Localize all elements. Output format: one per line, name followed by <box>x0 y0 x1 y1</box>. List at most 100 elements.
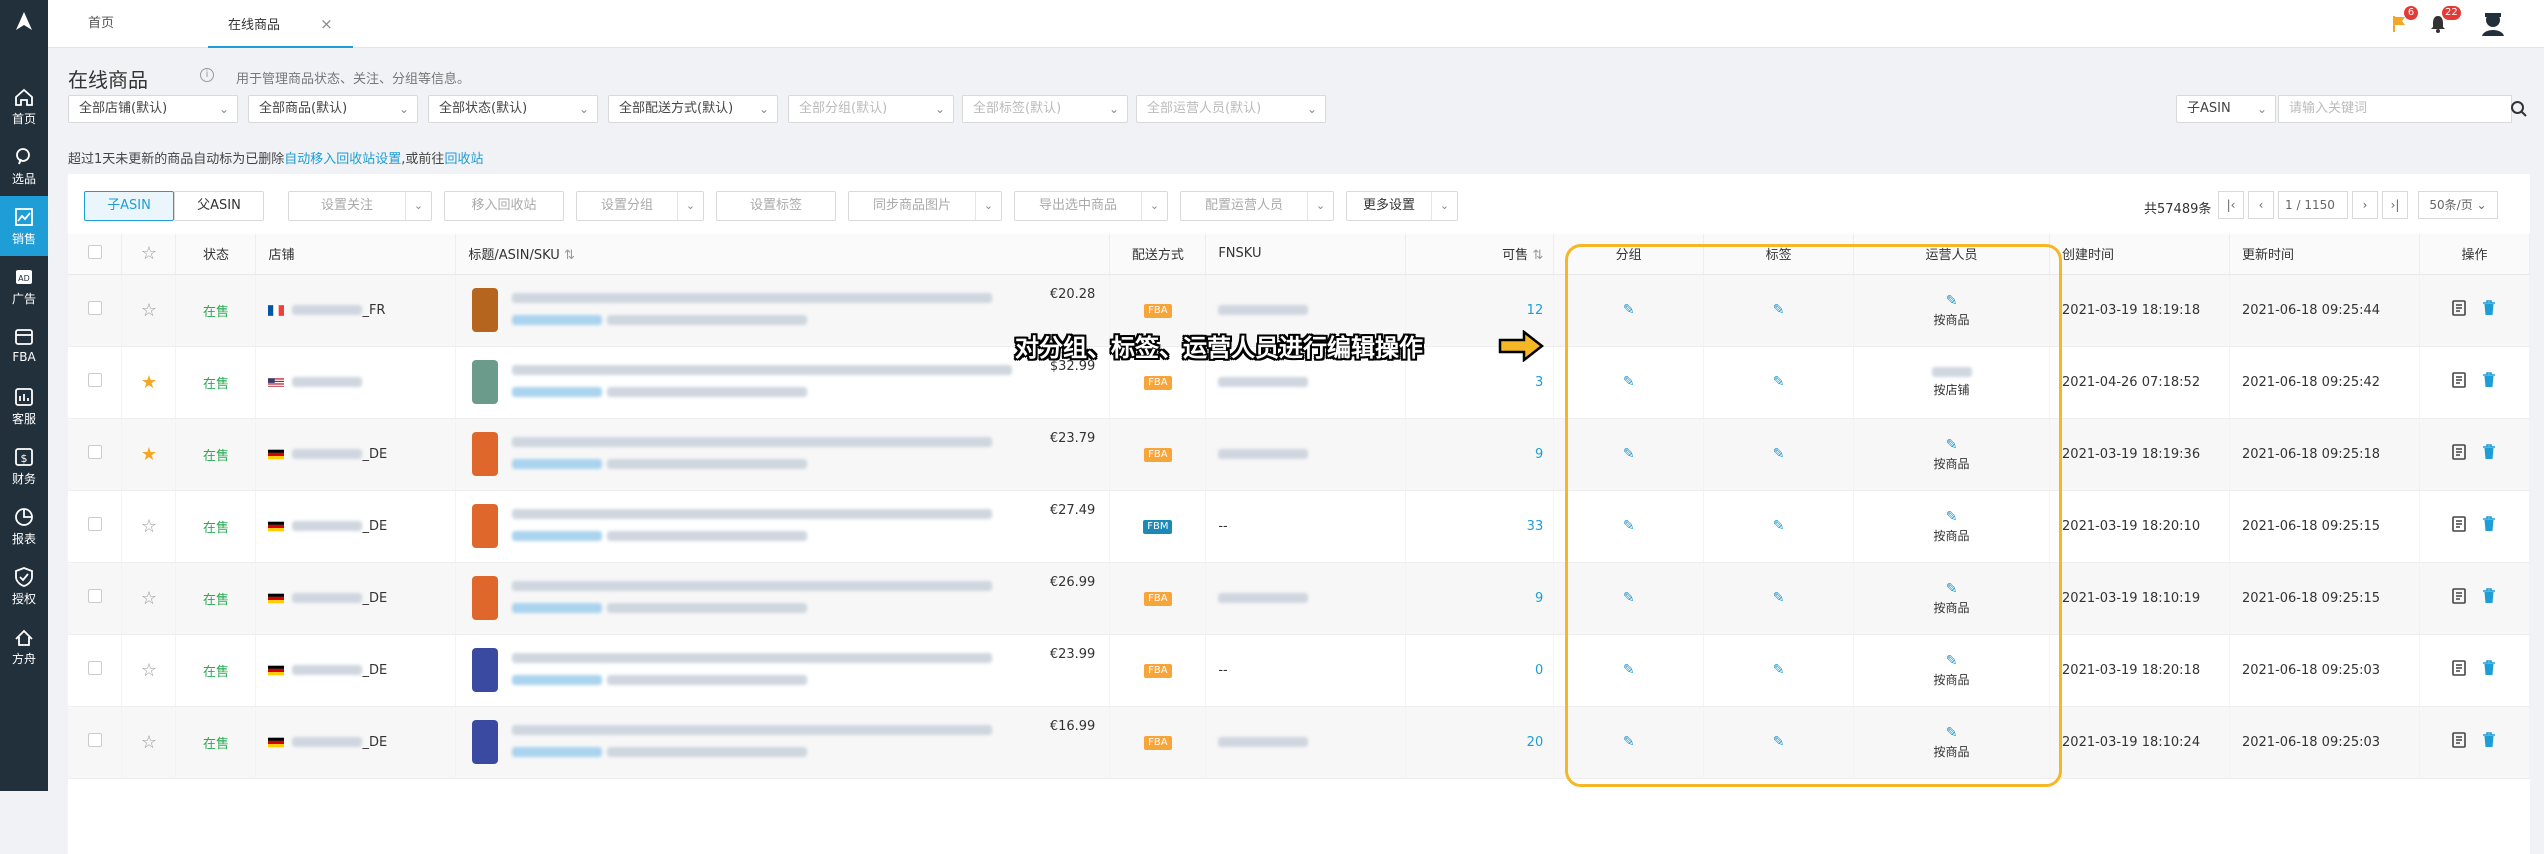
row-checkbox[interactable] <box>87 373 102 387</box>
tab-online-products[interactable]: 在线商品 × <box>208 0 353 48</box>
row-checkbox[interactable] <box>87 589 102 603</box>
redacted-product-title[interactable] <box>512 724 993 735</box>
redacted-product-title[interactable] <box>512 508 993 519</box>
trash-icon[interactable] <box>2482 660 2496 680</box>
redacted-asin[interactable] <box>512 747 603 757</box>
chevron-down-icon[interactable]: ⌄ <box>1431 192 1457 220</box>
recycle-bin-link[interactable]: 回收站 <box>444 152 483 167</box>
table-row[interactable]: ☆ 在售 _DE €23.99 FBA -- 0 ✎ ✎ ✎ 按商品 2021-03-19 18:2… <box>68 634 2531 707</box>
status-filter-select[interactable]: 全部状态(默认) ⌄ <box>428 95 598 123</box>
star-outline-icon[interactable]: ☆ <box>141 732 157 753</box>
set-tag-button[interactable]: 设置标签 <box>716 191 836 221</box>
redacted-asin[interactable] <box>512 387 603 397</box>
sidebar-item-2[interactable]: 销售 <box>0 196 48 256</box>
product-thumbnail[interactable] <box>472 504 499 548</box>
star-filled-icon[interactable]: ★ <box>141 444 157 465</box>
trash-icon[interactable] <box>2482 732 2496 752</box>
operator-filter-select[interactable]: 全部运营人员(默认) ⌄ <box>1136 95 1326 123</box>
table-row[interactable]: ★ 在售 _DE €23.79 FBA 9 ✎ ✎ ✎ 按商品 2021-03-19 18:19:… <box>68 418 2531 491</box>
sidebar-item-3[interactable]: AD 广告 <box>0 256 48 316</box>
product-thumbnail[interactable] <box>472 360 499 404</box>
chevron-down-icon[interactable]: ⌄ <box>1141 192 1167 220</box>
edit-record-icon[interactable] <box>2452 300 2467 320</box>
star-outline-icon[interactable]: ☆ <box>141 300 157 321</box>
select-all-checkbox[interactable] <box>87 244 102 259</box>
search-icon[interactable] <box>2510 100 2528 122</box>
trash-icon[interactable] <box>2482 588 2496 608</box>
redacted-product-title[interactable] <box>512 364 1013 375</box>
sellable-count[interactable]: 9 <box>1535 447 1543 462</box>
star-outline-icon[interactable]: ☆ <box>141 516 157 537</box>
page-size-select[interactable]: 50条/页 ⌄ <box>2418 191 2498 219</box>
chevron-down-icon[interactable]: ⌄ <box>975 192 1001 220</box>
export-selected-button[interactable]: 导出选中商品 ⌄ <box>1014 191 1168 221</box>
search-type-select[interactable]: 子ASIN ⌄ <box>2176 95 2276 123</box>
table-row[interactable]: ☆ 在售 _DE €16.99 FBA 20 ✎ ✎ ✎ 按商品 2021-03-19 18:10… <box>68 706 2531 779</box>
redacted-asin[interactable] <box>512 459 603 469</box>
sellable-count[interactable]: 0 <box>1535 663 1543 678</box>
product-filter-select[interactable]: 全部商品(默认) ⌄ <box>248 95 418 123</box>
avatar[interactable] <box>2478 8 2508 38</box>
sellable-count[interactable]: 12 <box>1527 303 1544 318</box>
sidebar-item-0[interactable]: 首页 <box>0 76 48 136</box>
sort-icon[interactable]: ⇅ <box>564 248 575 263</box>
sellable-header[interactable]: 可售 ⇅ <box>1405 234 1555 275</box>
edit-record-icon[interactable] <box>2452 732 2467 752</box>
row-checkbox[interactable] <box>87 733 102 747</box>
child-asin-toggle[interactable]: 子ASIN <box>84 191 174 221</box>
row-checkbox[interactable] <box>87 517 102 531</box>
trash-icon[interactable] <box>2482 516 2496 536</box>
edit-record-icon[interactable] <box>2452 660 2467 680</box>
sidebar-item-5[interactable]: 客服 <box>0 376 48 436</box>
product-thumbnail[interactable] <box>472 288 499 332</box>
sync-images-button[interactable]: 同步商品图片 ⌄ <box>848 191 1002 221</box>
close-tab-icon[interactable]: × <box>320 15 333 33</box>
chevron-down-icon[interactable]: ⌄ <box>405 192 431 220</box>
move-to-recycle-button[interactable]: 移入回收站 <box>444 191 564 221</box>
sellable-count[interactable]: 33 <box>1527 519 1544 534</box>
set-group-button[interactable]: 设置分组 ⌄ <box>576 191 704 221</box>
star-outline-icon[interactable]: ☆ <box>141 588 157 609</box>
select-all-header[interactable] <box>68 234 123 275</box>
sellable-count[interactable]: 9 <box>1535 591 1543 606</box>
app-logo-icon[interactable] <box>10 8 38 36</box>
star-outline-icon[interactable]: ☆ <box>141 660 157 681</box>
edit-record-icon[interactable] <box>2452 588 2467 608</box>
group-filter-select[interactable]: 全部分组(默认) ⌄ <box>788 95 954 123</box>
tag-filter-select[interactable]: 全部标签(默认) ⌄ <box>962 95 1128 123</box>
parent-asin-toggle[interactable]: 父ASIN <box>174 191 264 221</box>
info-icon[interactable]: i <box>200 68 214 82</box>
last-page-icon[interactable]: ›| <box>2382 191 2408 219</box>
star-filled-icon[interactable]: ★ <box>141 372 157 393</box>
table-row[interactable]: ☆ 在售 _DE €27.49 FBM -- 33 ✎ ✎ ✎ 按商品 2021-03-19 18:… <box>68 490 2531 563</box>
sidebar-item-4[interactable]: FBA <box>0 316 48 376</box>
table-row[interactable]: ☆ 在售 _DE €26.99 FBA 9 ✎ ✎ ✎ 按商品 2021-03-19 18:10:… <box>68 562 2531 635</box>
row-checkbox[interactable] <box>87 301 102 315</box>
next-page-icon[interactable]: › <box>2352 191 2378 219</box>
set-operator-button[interactable]: 配置运营人员 ⌄ <box>1180 191 1334 221</box>
row-checkbox[interactable] <box>87 445 102 459</box>
delivery-filter-select[interactable]: 全部配送方式(默认) ⌄ <box>608 95 778 123</box>
chevron-down-icon[interactable]: ⌄ <box>677 192 703 220</box>
sellable-count[interactable]: 3 <box>1535 375 1543 390</box>
redacted-asin[interactable] <box>512 315 603 325</box>
first-page-icon[interactable]: |‹ <box>2218 191 2244 219</box>
product-thumbnail[interactable] <box>472 720 499 764</box>
sidebar-item-6[interactable]: $ 财务 <box>0 436 48 496</box>
auto-recycle-settings-link[interactable]: 自动移入回收站设置 <box>284 152 401 167</box>
trash-icon[interactable] <box>2482 372 2496 392</box>
trash-icon[interactable] <box>2482 300 2496 320</box>
sidebar-item-1[interactable]: 选品 <box>0 136 48 196</box>
redacted-asin[interactable] <box>512 531 603 541</box>
product-thumbnail[interactable] <box>472 648 499 692</box>
edit-record-icon[interactable] <box>2452 444 2467 464</box>
page-number-input[interactable]: 1 / 1150 <box>2278 191 2348 219</box>
redacted-product-title[interactable] <box>512 580 993 591</box>
trash-icon[interactable] <box>2482 444 2496 464</box>
product-thumbnail[interactable] <box>472 432 499 476</box>
row-checkbox[interactable] <box>87 661 102 675</box>
prev-page-icon[interactable]: ‹ <box>2248 191 2274 219</box>
search-input[interactable]: 请输入关键词 <box>2278 95 2512 123</box>
set-follow-button[interactable]: 设置关注 ⌄ <box>288 191 432 221</box>
tab-home[interactable]: 首页 <box>68 0 134 48</box>
